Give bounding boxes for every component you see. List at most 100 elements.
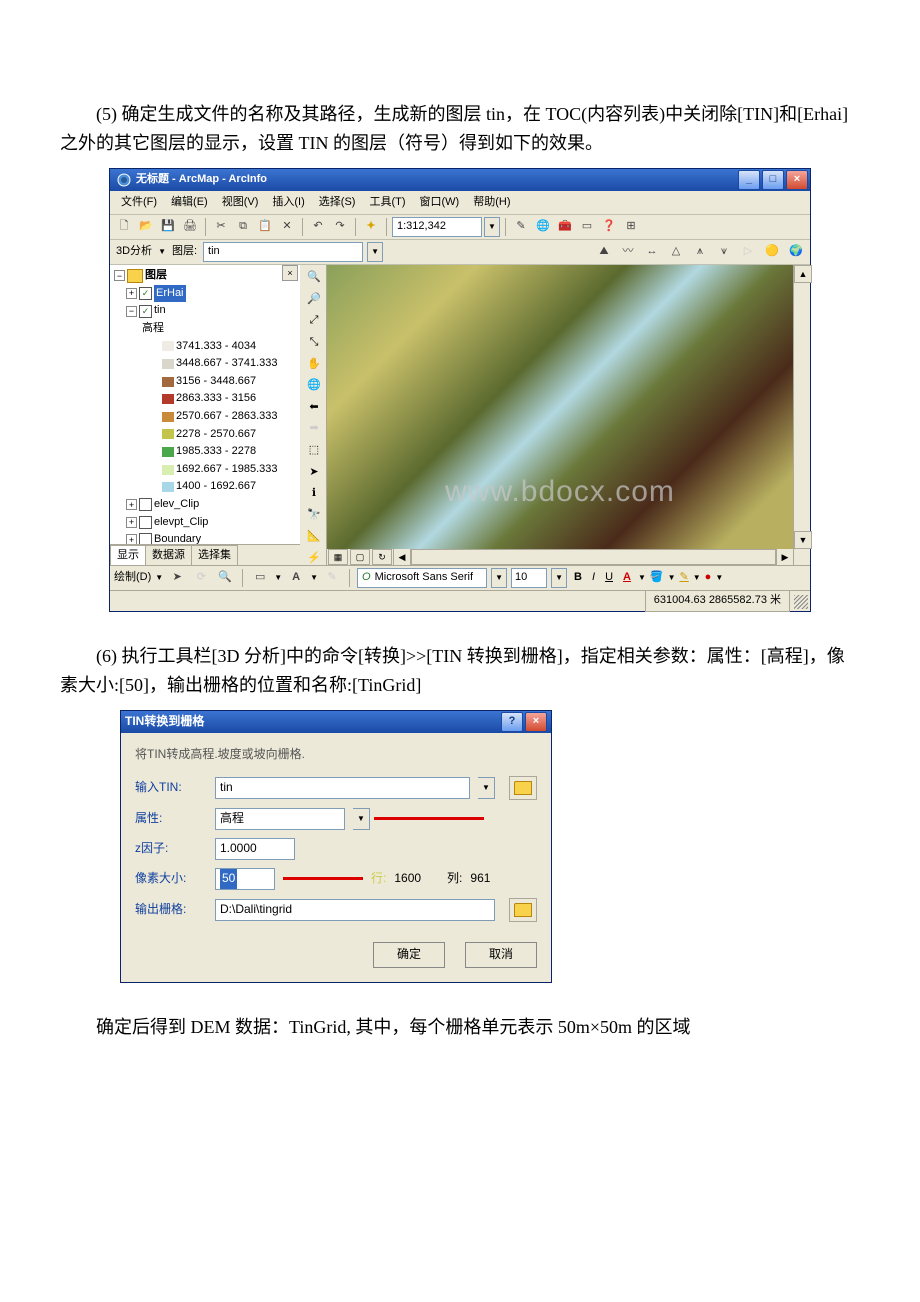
save-icon[interactable]: 💾 xyxy=(158,217,178,237)
scroll-right-icon[interactable]: ▶ xyxy=(776,548,794,566)
add-data-icon[interactable]: ✦ xyxy=(361,217,381,237)
toc-layer-elevptclip[interactable]: +elevpt_Clip xyxy=(112,514,298,532)
marker-color-button[interactable]: ● xyxy=(705,569,712,587)
text-menu-arrow[interactable]: ▼ xyxy=(310,572,318,585)
output-browse-button[interactable] xyxy=(509,898,537,922)
shape-menu-arrow[interactable]: ▼ xyxy=(274,572,282,585)
contour-icon[interactable]: 〰 xyxy=(618,242,638,262)
arcglobe-icon[interactable]: 🌍 xyxy=(786,242,806,262)
los-icon[interactable]: △ xyxy=(666,242,686,262)
zoom-draw-icon[interactable]: 🔍 xyxy=(215,568,235,588)
editor-icon[interactable]: ✎ xyxy=(511,217,531,237)
dialog-help-button[interactable]: ? xyxy=(501,712,523,732)
pointer-icon[interactable]: ➤ xyxy=(167,568,187,588)
surface-icon[interactable]: ⩛ xyxy=(714,242,734,262)
cut-icon[interactable]: ✂ xyxy=(211,217,231,237)
pixel-size-field[interactable]: 50 xyxy=(215,868,275,890)
layout-view-icon[interactable]: ▢ xyxy=(350,549,370,565)
toc-tab-source[interactable]: 数据源 xyxy=(145,545,192,566)
select-features-icon[interactable]: ⬚ xyxy=(304,442,324,460)
toc-layer-elevclip[interactable]: +elev_Clip xyxy=(112,496,298,514)
print-icon[interactable]: 🖨 xyxy=(180,217,200,237)
linecolor-arrow[interactable]: ▼ xyxy=(693,572,701,585)
toc-tab-selection[interactable]: 选择集 xyxy=(191,545,238,566)
forward-icon[interactable]: ➡ xyxy=(304,420,324,438)
map-scale-field[interactable]: 1:312,342 xyxy=(392,217,482,237)
menu-view[interactable]: 视图(V) xyxy=(215,193,266,213)
menu-help[interactable]: 帮助(H) xyxy=(466,193,517,213)
toc-close-icon[interactable]: × xyxy=(282,265,298,281)
input-tin-field[interactable]: tin xyxy=(215,777,470,799)
fontcolor-arrow[interactable]: ▼ xyxy=(638,572,646,585)
scale-dropdown-icon[interactable]: ▼ xyxy=(484,217,500,237)
fillcolor-arrow[interactable]: ▼ xyxy=(668,572,676,585)
model-icon[interactable]: ⊞ xyxy=(621,217,641,237)
cancel-button[interactable]: 取消 xyxy=(465,942,537,968)
map-view[interactable]: www.bdocx.com xyxy=(327,265,793,549)
checkbox-icon[interactable]: ✓ xyxy=(139,287,152,300)
find-icon[interactable]: 🔭 xyxy=(304,507,324,525)
delete-icon[interactable]: ✕ xyxy=(277,217,297,237)
font-name-field[interactable]: O Microsoft Sans Serif xyxy=(357,568,487,588)
line-color-button[interactable]: ✎ xyxy=(680,569,689,587)
rotate-icon[interactable]: ⟳ xyxy=(191,568,211,588)
undo-icon[interactable]: ↶ xyxy=(308,217,328,237)
steepest-icon[interactable]: ↔ xyxy=(642,242,662,262)
fixed-zoom-in-icon[interactable]: ⤢ xyxy=(304,312,324,330)
select-elem-icon[interactable]: ➤ xyxy=(304,464,324,482)
back-icon[interactable]: ⬅ xyxy=(304,399,324,417)
new-icon[interactable]: 🗋 xyxy=(114,217,134,237)
profile-icon[interactable]: ⩚ xyxy=(690,242,710,262)
open-icon[interactable]: 📂 xyxy=(136,217,156,237)
toc-layer-tin[interactable]: − ✓ tin xyxy=(112,302,298,320)
toc-layer-boundary[interactable]: +Boundary xyxy=(112,531,298,544)
input-tin-browse-button[interactable] xyxy=(509,776,537,800)
full-extent-icon[interactable]: 🌐 xyxy=(304,377,324,395)
menu-window[interactable]: 窗口(W) xyxy=(413,193,467,213)
vertical-scrollbar[interactable]: ▲ ▼ xyxy=(793,265,810,549)
fill-color-button[interactable]: 🪣 xyxy=(650,569,664,587)
refresh-icon[interactable]: ↻ xyxy=(372,549,392,565)
scroll-down-icon[interactable]: ▼ xyxy=(794,531,812,549)
help-icon[interactable]: ❓ xyxy=(599,217,619,237)
rectangle-icon[interactable]: ▭ xyxy=(250,568,270,588)
identify-icon[interactable]: ℹ xyxy=(304,485,324,503)
draw-menu-arrow[interactable]: ▼ xyxy=(155,572,163,585)
fixed-zoom-out-icon[interactable]: ⤡ xyxy=(304,334,324,352)
toc-root[interactable]: − 图层 xyxy=(112,267,298,285)
menu-insert[interactable]: 插入(I) xyxy=(265,193,311,213)
markercolor-arrow[interactable]: ▼ xyxy=(715,572,723,585)
attribute-dropdown-icon[interactable]: ▼ xyxy=(353,808,370,830)
bold-button[interactable]: B xyxy=(571,569,585,587)
font-size-field[interactable]: 10 xyxy=(511,568,547,588)
minimize-button[interactable]: _ xyxy=(738,170,760,190)
toc-tab-display[interactable]: 显示 xyxy=(110,545,146,566)
zoom-out-icon[interactable]: 🔎 xyxy=(304,291,324,309)
layer-dropdown-icon[interactable]: ▼ xyxy=(367,242,383,262)
edit-vertices-icon[interactable]: ✎ xyxy=(322,568,342,588)
close-button[interactable]: × xyxy=(786,170,808,190)
input-tin-dropdown-icon[interactable]: ▼ xyxy=(478,777,495,799)
data-view-icon[interactable]: ▦ xyxy=(328,549,348,565)
copy-icon[interactable]: ⧉ xyxy=(233,217,253,237)
scroll-up-icon[interactable]: ▲ xyxy=(794,265,812,283)
arctoolbox-icon[interactable]: 🧰 xyxy=(555,217,575,237)
attribute-field[interactable]: 高程 xyxy=(215,808,345,830)
font-dropdown-icon[interactable]: ▼ xyxy=(491,568,507,588)
draw-label[interactable]: 绘制(D) xyxy=(114,569,151,587)
checkbox-icon[interactable]: ✓ xyxy=(139,305,152,318)
toolbar-3d-label[interactable]: 3D分析 xyxy=(114,243,154,261)
toolbar-3d-menu-arrow[interactable]: ▼ xyxy=(158,246,166,259)
zoom-in-icon[interactable]: 🔍 xyxy=(304,269,324,287)
measure-icon[interactable]: 📐 xyxy=(304,528,324,546)
redo-icon[interactable]: ↷ xyxy=(330,217,350,237)
hyperlink-icon[interactable]: ⚡ xyxy=(304,550,324,568)
zfactor-field[interactable]: 1.0000 xyxy=(215,838,295,860)
italic-button[interactable]: I xyxy=(589,569,598,587)
size-dropdown-icon[interactable]: ▼ xyxy=(551,568,567,588)
menu-select[interactable]: 选择(S) xyxy=(312,193,363,213)
maximize-button[interactable]: □ xyxy=(762,170,784,190)
output-raster-field[interactable]: D:\Dali\tingrid xyxy=(215,899,495,921)
scroll-left-icon[interactable]: ◀ xyxy=(393,548,411,566)
tool7-icon[interactable]: ▷ xyxy=(738,242,758,262)
